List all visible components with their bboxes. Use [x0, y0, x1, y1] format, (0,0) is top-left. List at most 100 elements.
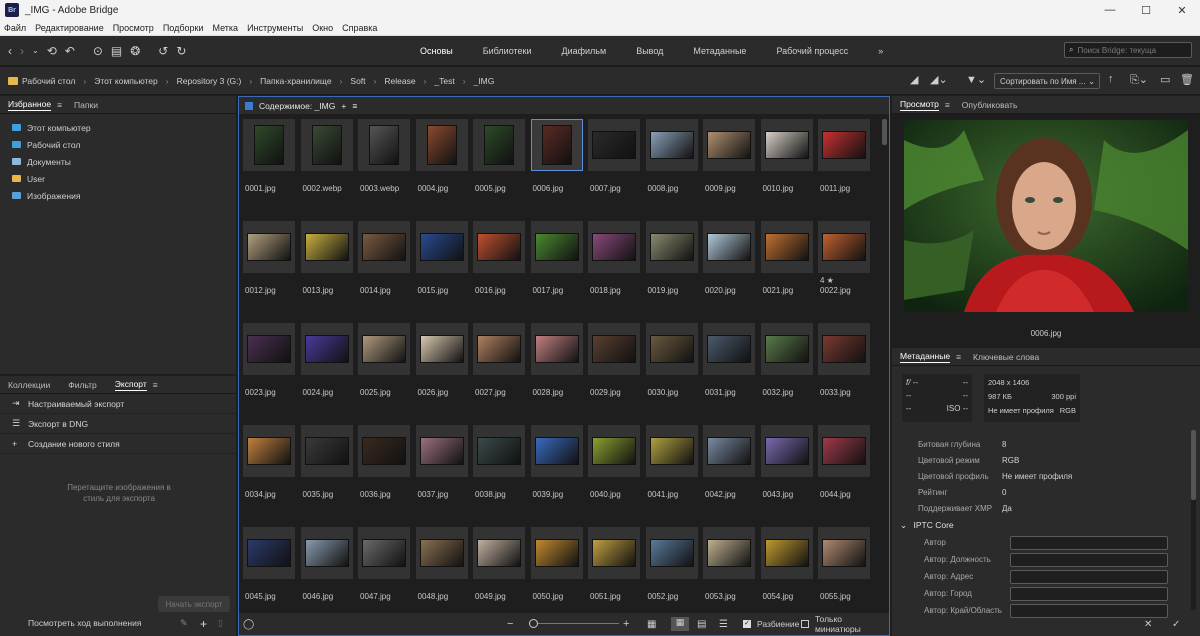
quality-icon[interactable]: ◢ — [910, 73, 918, 86]
tab-folders[interactable]: Папки — [74, 100, 98, 110]
thumbnail-item[interactable]: 0004.jpg — [415, 119, 468, 199]
rotate-right-icon[interactable]: ↻ — [176, 44, 186, 58]
checkmark-icon[interactable]: ✓ — [1172, 619, 1180, 630]
thumbnail-item[interactable]: 0003.webp — [358, 119, 410, 199]
favorite-item[interactable]: Изображения — [0, 187, 236, 204]
view-details-icon[interactable]: ▤ — [697, 619, 706, 630]
iptc-input[interactable] — [1010, 569, 1168, 584]
workspace-metadata[interactable]: Метаданные — [693, 46, 746, 56]
recent-icon[interactable]: ⟲ — [47, 44, 57, 58]
custom-export-item[interactable]: ⇥ Настраиваемый экспорт — [0, 394, 236, 414]
thumbnail-item[interactable]: 0024.jpg — [300, 323, 353, 403]
zoom-out-icon[interactable]: − — [507, 618, 513, 630]
split-checkbox[interactable]: ✓ — [743, 620, 751, 628]
new-preset-item[interactable]: + Создание нового стиля — [0, 434, 236, 454]
thumbnail-item[interactable]: 0033.jpg — [818, 323, 870, 403]
tab-favorites[interactable]: Избранное — [8, 99, 52, 111]
thumbnail-item[interactable]: 0010.jpg — [760, 119, 813, 199]
plus-icon[interactable]: + — [341, 101, 346, 111]
thumbnail-item[interactable]: 0028.jpg — [530, 323, 583, 403]
breadcrumb-item[interactable]: _Test — [434, 76, 454, 86]
breadcrumb-item[interactable]: Папка-хранилище — [260, 76, 331, 86]
thumbnail-item[interactable]: 0055.jpg — [818, 527, 870, 607]
thumbnail-item[interactable]: 0001.jpg — [243, 119, 295, 199]
tab-export[interactable]: Экспорт — [114, 379, 147, 391]
breadcrumb-item[interactable]: Repository 3 (G:) — [177, 76, 242, 86]
thumbnail-item[interactable]: 0009.jpg — [703, 119, 755, 199]
thumbnail-item[interactable]: 0013.jpg — [300, 221, 353, 301]
menu-help[interactable]: Справка — [342, 23, 377, 33]
close-icon[interactable]: ✕ — [1164, 0, 1200, 20]
trash-icon[interactable]: ▯ — [218, 618, 223, 629]
iptc-input[interactable] — [1010, 586, 1168, 601]
thumbnail-item[interactable]: 0007.jpg — [588, 119, 640, 199]
breadcrumb-item[interactable]: Soft — [350, 76, 365, 86]
breadcrumb-item[interactable]: Рабочий стол — [22, 76, 75, 86]
slider-handle[interactable] — [529, 619, 538, 628]
filter-icon[interactable]: ▼⌄ — [966, 73, 986, 86]
breadcrumb-item[interactable]: Этот компьютер — [94, 76, 158, 86]
favorite-item[interactable]: Документы — [0, 153, 236, 170]
thumbnail-item[interactable]: 0052.jpg — [645, 527, 698, 607]
thumbnail-item[interactable]: 0032.jpg — [760, 323, 813, 403]
thumbnail-item[interactable]: 0017.jpg — [530, 221, 583, 301]
thumbnail-item[interactable]: 0047.jpg — [358, 527, 410, 607]
tab-metadata[interactable]: Метаданные — [900, 351, 951, 363]
minimize-icon[interactable]: — — [1092, 0, 1128, 20]
thumbnail-item[interactable]: 0040.jpg — [588, 425, 640, 505]
thumbnail-item[interactable]: 0051.jpg — [588, 527, 640, 607]
thumbnail-item[interactable]: 0044.jpg — [818, 425, 870, 505]
thumbnail-item[interactable]: 0005.jpg — [473, 119, 525, 199]
thumbnail-size-slider[interactable] — [529, 623, 619, 624]
close-icon[interactable]: ✕ — [1144, 619, 1152, 630]
thumbnail-item[interactable]: 0020.jpg — [703, 221, 755, 301]
thumbnail-item[interactable]: 0053.jpg — [703, 527, 755, 607]
grid-lock-icon[interactable]: ▦ — [647, 619, 656, 630]
view-progress-link[interactable]: Посмотреть ход выполнения — [28, 618, 141, 628]
refine-icon[interactable]: ▤ — [111, 44, 122, 58]
menu-stacks[interactable]: Подборки — [163, 23, 204, 33]
iptc-input[interactable] — [1010, 535, 1168, 550]
thumbnail-item[interactable]: 0011.jpg — [818, 119, 870, 199]
thumbnail-item[interactable]: 0046.jpg — [300, 527, 353, 607]
tab-collections[interactable]: Коллекции — [8, 380, 50, 390]
thumbnail-item[interactable]: 0050.jpg — [530, 527, 583, 607]
thumbs-only-checkbox[interactable] — [801, 620, 809, 628]
panel-menu-icon[interactable]: ≡ — [352, 101, 357, 111]
plus-icon[interactable]: + — [200, 617, 207, 631]
thumbnail-item[interactable]: 0002.webp — [300, 119, 353, 199]
thumbnail-item[interactable]: 0023.jpg — [243, 323, 295, 403]
view-thumbnails-icon[interactable]: ▦ — [671, 617, 689, 631]
rotate-left-icon[interactable]: ↺ — [158, 44, 168, 58]
search-input[interactable]: ⌕ Поиск Bridge: текуща — [1064, 42, 1192, 58]
thumbnail-item[interactable]: 0025.jpg — [358, 323, 410, 403]
menu-edit[interactable]: Редактирование — [35, 23, 104, 33]
preview-image[interactable] — [904, 120, 1188, 312]
iptc-section-header[interactable]: ⌄ IPTC Core — [900, 520, 954, 531]
thumbnail-item[interactable]: 0006.jpg — [530, 119, 583, 199]
panel-menu-icon[interactable]: ≡ — [153, 380, 158, 390]
panel-menu-icon[interactable]: ≡ — [956, 352, 961, 362]
workspace-essentials[interactable]: Основы — [420, 46, 453, 56]
panel-menu-icon[interactable]: ≡ — [945, 100, 950, 110]
thumbnail-item[interactable]: 0035.jpg — [300, 425, 353, 505]
trash-icon[interactable]: 🗑 — [1180, 73, 1194, 86]
thumbnail-item[interactable]: 0045.jpg — [243, 527, 295, 607]
content-scrollbar[interactable] — [882, 117, 887, 607]
menu-tools[interactable]: Инструменты — [247, 23, 303, 33]
open-in-camera-raw-icon[interactable]: ❂ — [130, 44, 140, 58]
menu-label[interactable]: Метка — [212, 23, 238, 33]
workspace-workflow[interactable]: Рабочий процесс — [776, 46, 848, 56]
favorite-item[interactable]: Этот компьютер — [0, 119, 236, 136]
view-list-icon[interactable]: ☰ — [719, 619, 728, 630]
edit-icon[interactable]: ✎ — [180, 618, 188, 629]
thumbnail-item[interactable]: 0026.jpg — [415, 323, 468, 403]
iptc-input[interactable] — [1010, 603, 1168, 618]
workspace-filmstrip[interactable]: Диафильм — [562, 46, 607, 56]
thumbnail-item[interactable]: 0019.jpg — [645, 221, 698, 301]
forward-icon[interactable]: › — [20, 44, 24, 58]
thumbnail-item[interactable]: 0014.jpg — [358, 221, 410, 301]
rating-filter-icon[interactable]: ◢⌄ — [930, 73, 948, 86]
tab-publish[interactable]: Опубликовать — [962, 100, 1018, 110]
thumbnail-item[interactable]: 0037.jpg — [415, 425, 468, 505]
